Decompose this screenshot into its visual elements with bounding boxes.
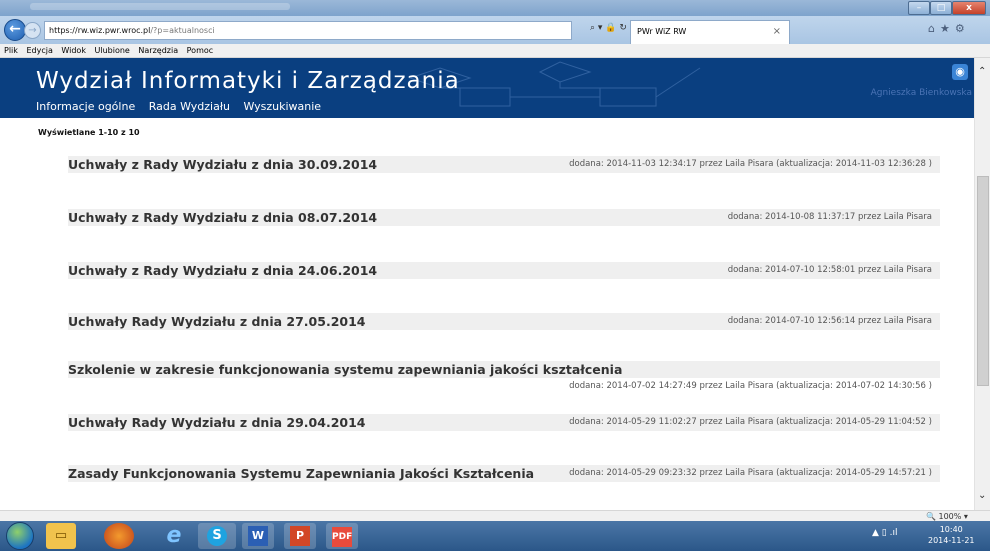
clock[interactable]: 10:40 2014-11-21	[928, 524, 975, 546]
entry-title[interactable]: Uchwały z Rady Wydziału z dnia 08.07.201…	[68, 209, 377, 226]
word-logo: W	[248, 526, 268, 546]
pdf-icon[interactable]: PDF	[326, 523, 358, 549]
tab-title: PWr WiZ RW	[637, 27, 687, 36]
address-actions[interactable]: ⌕ ▾ 🔒 ↻	[590, 23, 627, 33]
result-count: Wyświetlane 1-10 z 10	[38, 128, 140, 137]
address-host: rw.wiz.pwr.wroc.pl	[77, 26, 151, 35]
taskbar: ▭ e S W P PDF ▲ ▯ .ıl 10:40 2014-11-21	[0, 521, 990, 551]
window-titlebar: – □ x	[0, 0, 990, 16]
menu-widok[interactable]: Widok	[61, 46, 86, 55]
address-prefix: https://	[49, 26, 78, 35]
tab-pwr-wiz-rw[interactable]: PWr WiZ RW ×	[630, 20, 790, 44]
browser-navbar: ← → https://rw.wiz.pwr.wroc.pl/?p=aktual…	[0, 16, 990, 44]
list-item: Zasady Funkcjonowania Systemu Zapewniani…	[68, 465, 940, 482]
scroll-up-icon[interactable]: ⌃	[978, 66, 986, 77]
page-scrollbar[interactable]: ⌃ ⌄	[974, 58, 990, 510]
internet-explorer-icon[interactable]: e	[158, 523, 190, 549]
scroll-thumb[interactable]	[977, 176, 989, 386]
entry-title[interactable]: Szkolenie w zakresie funkcjonowania syst…	[68, 361, 622, 378]
forward-button[interactable]: →	[24, 22, 41, 39]
pdf-logo: PDF	[332, 527, 352, 547]
page-content: Wydział Informatyki i Zarządzania Inform…	[0, 58, 974, 510]
scroll-down-icon[interactable]: ⌄	[978, 490, 986, 501]
nav-informacje-ogolne[interactable]: Informacje ogólne	[36, 100, 135, 113]
list-item: Uchwały z Rady Wydziału z dnia 24.06.201…	[68, 262, 940, 279]
site-title[interactable]: Wydział Informatyki i Zarządzania	[36, 68, 460, 94]
close-window-button[interactable]: x	[952, 1, 986, 15]
clock-date: 2014-11-21	[928, 536, 975, 545]
entry-title[interactable]: Zasady Funkcjonowania Systemu Zapewniani…	[68, 465, 534, 482]
system-tray[interactable]: ▲ ▯ .ıl	[872, 528, 897, 538]
entry-title[interactable]: Uchwały Rady Wydziału z dnia 27.05.2014	[68, 313, 365, 330]
menubar: Plik Edycja Widok Ulubione Narzędzia Pom…	[0, 44, 990, 58]
skype-logo: S	[207, 526, 227, 546]
entry-title[interactable]: Uchwały Rady Wydziału z dnia 29.04.2014	[68, 414, 365, 431]
tab-close-icon[interactable]: ×	[773, 21, 781, 43]
entry-meta: dodana: 2014-07-10 12:58:01 przez Laila …	[727, 265, 932, 275]
skype-icon[interactable]: S	[198, 523, 236, 549]
home-favorites-settings-icons[interactable]: ⌂★⚙	[928, 22, 970, 35]
entry-title[interactable]: Uchwały z Rady Wydziału z dnia 24.06.201…	[68, 262, 377, 279]
address-path: /?p=aktualnosci	[150, 26, 215, 35]
menu-pomoc[interactable]: Pomoc	[187, 46, 214, 55]
menu-narzedzia[interactable]: Narzędzia	[138, 46, 178, 55]
minimize-button[interactable]: –	[908, 1, 930, 15]
site-header: Wydział Informatyki i Zarządzania Inform…	[0, 58, 974, 118]
menu-plik[interactable]: Plik	[4, 46, 18, 55]
list-item: Uchwały Rady Wydziału z dnia 27.05.2014 …	[68, 313, 940, 330]
entry-meta: dodana: 2014-07-02 14:27:49 przez Laila …	[569, 381, 932, 391]
nav-rada-wydzialu[interactable]: Rada Wydziału	[149, 100, 230, 113]
entry-meta: dodana: 2014-07-10 12:56:14 przez Laila …	[727, 316, 932, 326]
site-nav: Informacje ogólne Rada Wydziału Wyszukiw…	[36, 100, 331, 113]
back-button[interactable]: ←	[4, 19, 26, 41]
powerpoint-logo: P	[290, 526, 310, 546]
user-name[interactable]: Agnieszka Bienkowska	[871, 88, 972, 98]
list-item: Uchwały Rady Wydziału z dnia 29.04.2014 …	[68, 414, 940, 431]
list-item: Uchwały z Rady Wydziału z dnia 30.09.201…	[68, 156, 940, 173]
firefox-icon[interactable]	[104, 523, 134, 549]
nav-wyszukiwanie[interactable]: Wyszukiwanie	[243, 100, 321, 113]
window-title-blur	[30, 3, 290, 10]
maximize-button[interactable]: □	[930, 1, 952, 15]
list-item: Szkolenie w zakresie funkcjonowania syst…	[68, 361, 940, 391]
menu-edycja[interactable]: Edycja	[26, 46, 52, 55]
clock-time: 10:40	[939, 525, 963, 534]
word-icon[interactable]: W	[242, 523, 274, 549]
entry-meta: dodana: 2014-10-08 11:37:17 przez Laila …	[727, 212, 932, 222]
entry-title[interactable]: Uchwały z Rady Wydziału z dnia 30.09.201…	[68, 156, 377, 173]
browser-statusbar: 🔍 100% ▾	[0, 510, 990, 521]
entry-meta: dodana: 2014-05-29 09:23:32 przez Laila …	[569, 468, 932, 478]
entry-meta: dodana: 2014-05-29 11:02:27 przez Laila …	[569, 417, 932, 427]
powerpoint-icon[interactable]: P	[284, 523, 316, 549]
start-button[interactable]	[6, 522, 34, 550]
address-bar[interactable]: https://rw.wiz.pwr.wroc.pl/?p=aktualnosc…	[44, 21, 572, 40]
menu-ulubione[interactable]: Ulubione	[95, 46, 130, 55]
entry-meta: dodana: 2014-11-03 12:34:17 przez Laila …	[569, 159, 932, 169]
user-icon[interactable]: ◉	[952, 64, 968, 80]
file-explorer-icon[interactable]: ▭	[46, 523, 76, 549]
list-item: Uchwały z Rady Wydziału z dnia 08.07.201…	[68, 209, 940, 226]
